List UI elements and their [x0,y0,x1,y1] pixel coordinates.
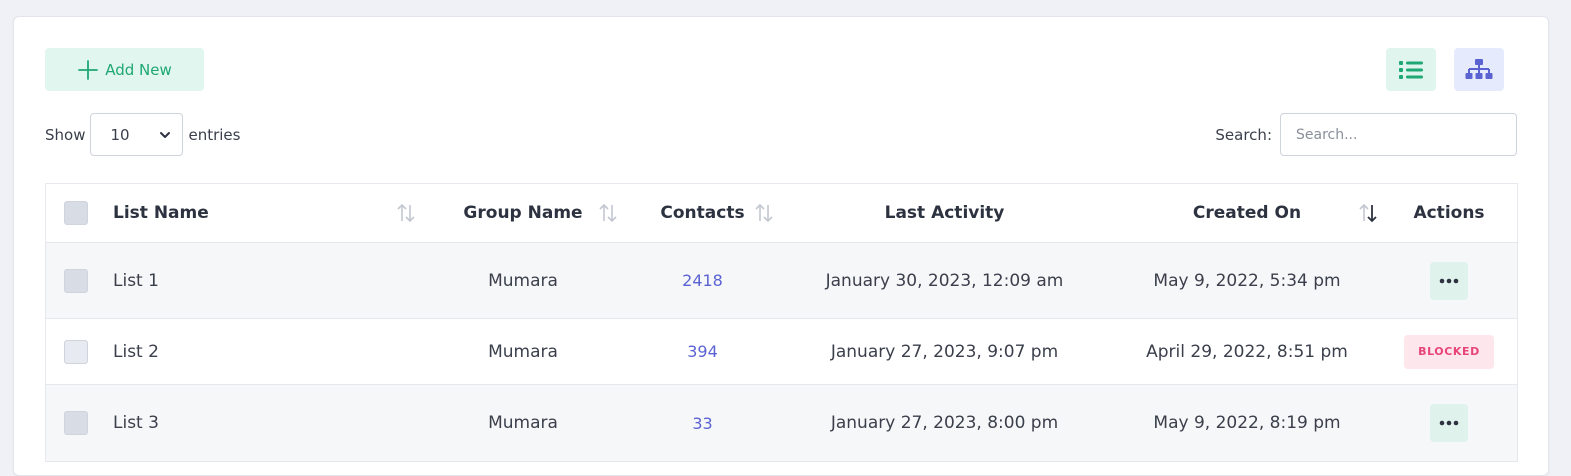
created-on-cell: May 9, 2022, 5:34 pm [1153,270,1341,291]
last-activity-cell: January 27, 2023, 9:07 pm [830,341,1059,362]
list-view-button[interactable] [1386,48,1436,91]
search-label: Search: [1215,125,1272,144]
table-row: List 3 Mumara 33 January 27, 2023, 8:00 … [46,385,1517,462]
page-size-control: Show 10 entries [45,113,240,156]
group-name-cell: Mumara [488,413,558,433]
list-name-cell: List 1 [113,270,159,291]
list-name-cell: List 2 [113,341,159,362]
table-row: List 2 Mumara 394 January 27, 2023, 9:07… [46,319,1517,385]
last-activity-cell: January 30, 2023, 12:09 am [825,270,1064,291]
header-created-on[interactable]: Created On [1126,184,1368,242]
row-actions-button[interactable] [1430,404,1468,442]
search-control: Search: [1215,113,1517,156]
group-name-cell: Mumara [488,341,558,362]
contacts-link[interactable]: 2418 [682,271,723,290]
header-contacts[interactable]: Contacts [640,184,765,242]
list-name-cell: List 3 [113,413,159,433]
select-all-checkbox[interactable] [64,201,88,225]
contacts-link[interactable]: 33 [692,414,712,433]
last-activity-cell: January 27, 2023, 8:00 pm [830,413,1059,433]
list-view-icon [1399,60,1423,79]
entries-label: entries [188,125,241,144]
add-new-button[interactable]: Add New [45,48,204,91]
lists-table: List Name Group Name Contacts Last Activ… [45,183,1518,462]
header-actions: Actions [1413,203,1485,223]
page-size-select[interactable]: 10 [90,113,184,156]
blocked-badge: BLOCKED [1404,334,1494,369]
tree-view-button[interactable] [1454,48,1504,91]
hierarchy-icon [1465,58,1493,79]
add-new-label: Add New [105,60,172,79]
row-checkbox[interactable] [64,411,88,435]
table-header: List Name Group Name Contacts Last Activ… [46,184,1517,243]
chevron-down-icon [160,131,171,138]
header-list-name[interactable]: List Name [113,184,209,242]
row-checkbox[interactable] [64,339,88,364]
group-name-cell: Mumara [488,270,558,291]
created-on-cell: May 9, 2022, 8:19 pm [1153,413,1341,433]
search-input[interactable] [1280,113,1517,156]
lists-card: Add New Show 10 entries Search: Search..… [13,16,1549,476]
more-dots-icon [1439,420,1459,426]
created-on-cell: April 29, 2022, 8:51 pm [1146,341,1348,362]
row-checkbox[interactable] [64,268,88,293]
show-label: Show [45,125,86,144]
plus-icon [78,59,99,80]
table-row: List 1 Mumara 2418 January 30, 2023, 12:… [46,243,1517,319]
header-group-name[interactable]: Group Name [441,184,605,242]
sort-arrows-icon[interactable] [598,202,618,224]
page-size-value: 10 [110,125,130,144]
sort-desc-icon[interactable] [1358,202,1378,224]
header-last-activity: Last Activity [884,203,1005,223]
row-actions-button[interactable] [1430,261,1468,300]
contacts-link[interactable]: 394 [687,342,718,361]
sort-arrows-icon[interactable] [754,202,774,224]
sort-arrows-icon[interactable] [396,202,416,224]
more-dots-icon [1439,278,1459,283]
